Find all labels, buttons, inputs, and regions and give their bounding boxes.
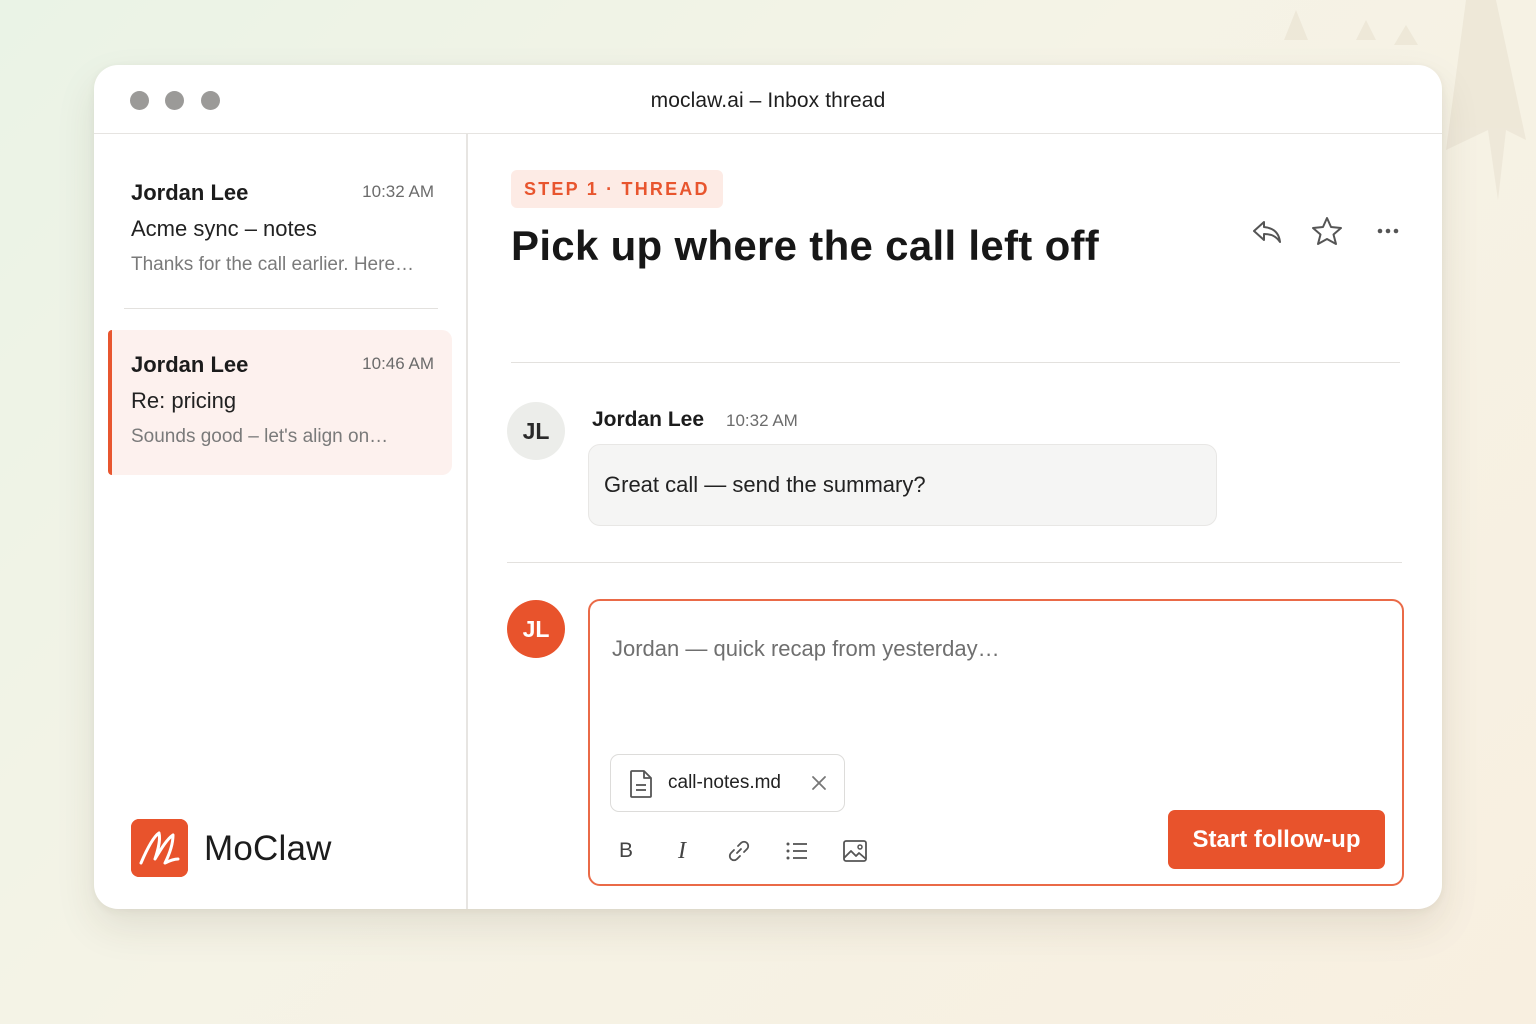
compose-input[interactable] <box>612 629 1372 669</box>
close-icon[interactable] <box>809 773 829 793</box>
message-sender: Jordan Lee <box>592 408 705 431</box>
thread-preview: Thanks for the call earlier. Here… <box>131 254 415 275</box>
message-divider <box>507 562 1402 563</box>
page-title: Pick up where the call left off <box>511 222 1100 269</box>
message-time: 10:32 AM <box>726 411 798 430</box>
thread-preview: Sounds good – let's align on… <box>131 426 389 447</box>
header-divider <box>511 362 1400 363</box>
title-bar: moclaw.ai – Inbox thread <box>94 65 1442 134</box>
thread-list-item[interactable]: Jordan Lee 10:32 AM Acme sync – notes Th… <box>108 174 452 278</box>
composer-avatar: JL <box>507 600 565 658</box>
app-window: moclaw.ai – Inbox thread Jordan Lee 10:3… <box>94 65 1442 909</box>
thread-subject: Acme sync – notes <box>131 216 317 241</box>
reply-composer: call-notes.md B I <box>588 599 1404 886</box>
message-body: Great call — send the summary? <box>604 472 926 497</box>
window-title: moclaw.ai – Inbox thread <box>650 89 886 112</box>
thread-view: STEP 1 · THREAD Pick up where the call l… <box>470 134 1442 909</box>
sidebar-divider <box>124 308 438 309</box>
start-follow-up-button[interactable]: Start follow-up <box>1168 810 1385 869</box>
thread-time: 10:32 AM <box>362 182 434 201</box>
thread-time: 10:46 AM <box>362 354 434 373</box>
list-icon[interactable] <box>783 837 811 865</box>
thread-sender: Jordan Lee <box>131 180 249 205</box>
star-icon[interactable] <box>1310 214 1344 248</box>
step-badge: STEP 1 · THREAD <box>511 170 723 208</box>
thread-list-item-selected[interactable]: Jordan Lee 10:46 AM Re: pricing Sounds g… <box>108 330 452 475</box>
thread-subject: Re: pricing <box>131 388 237 413</box>
link-icon[interactable] <box>725 837 753 865</box>
thread-sender: Jordan Lee <box>131 352 249 377</box>
more-horizontal-icon[interactable] <box>1371 214 1405 248</box>
brand-name: MoClaw <box>204 829 332 868</box>
file-icon <box>630 770 652 798</box>
image-icon[interactable] <box>841 837 869 865</box>
attachment-filename: call-notes.md <box>668 772 781 793</box>
thread-sidebar: Jordan Lee 10:32 AM Acme sync – notes Th… <box>94 134 468 909</box>
reply-icon[interactable] <box>1250 214 1284 248</box>
moclaw-logo-icon <box>131 819 188 877</box>
bold-icon[interactable]: B <box>612 837 640 865</box>
italic-icon[interactable]: I <box>668 837 696 865</box>
message-bubble: Great call — send the summary? <box>588 444 1217 526</box>
attachment-chip[interactable]: call-notes.md <box>610 754 845 812</box>
avatar: JL <box>507 402 565 460</box>
